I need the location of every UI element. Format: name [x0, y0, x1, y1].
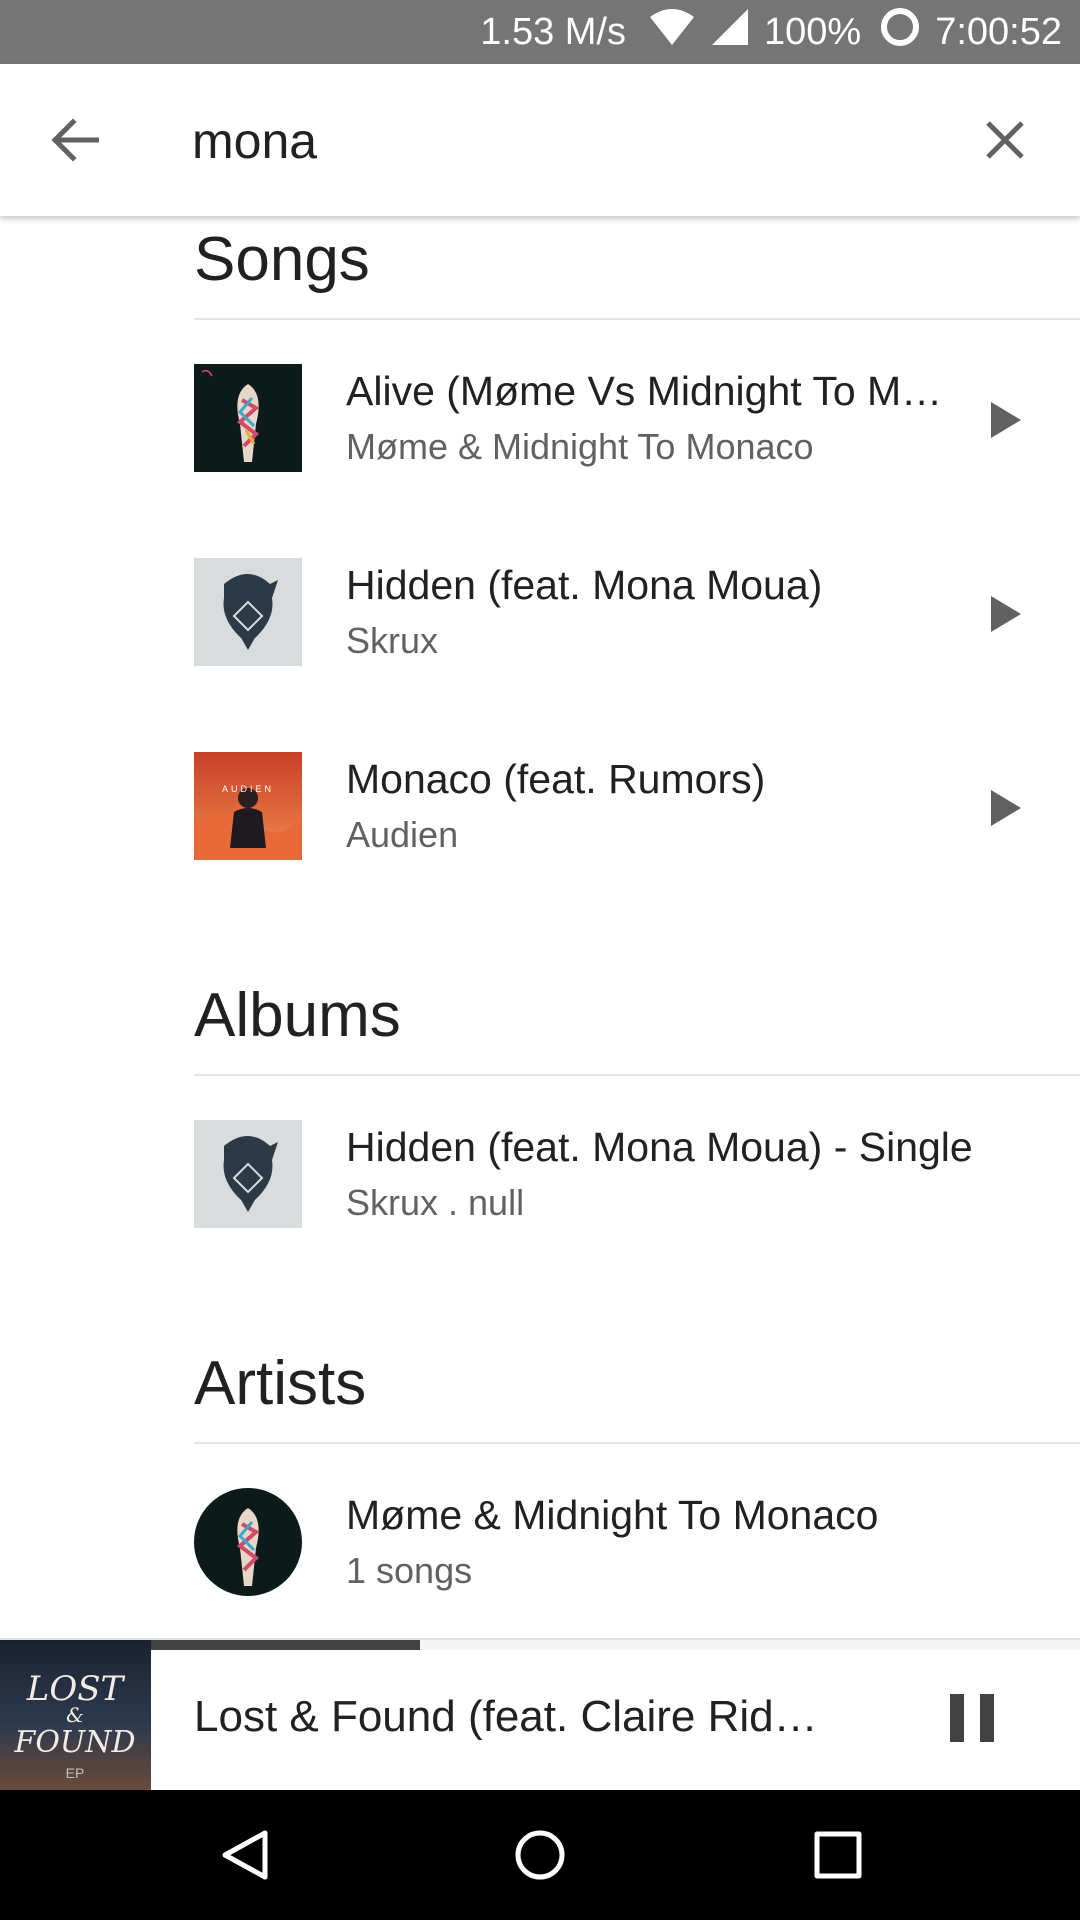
artist-avatar — [194, 1488, 302, 1596]
play-icon — [991, 790, 1021, 826]
song-artist: Audien — [346, 814, 459, 855]
nav-back-icon — [222, 1830, 268, 1880]
now-playing-artwork: LOST & FOUND EP — [0, 1640, 151, 1792]
nav-home-icon — [515, 1830, 565, 1880]
play-button[interactable] — [985, 400, 1025, 440]
play-button[interactable] — [985, 788, 1025, 828]
clock: 7:00:52 — [935, 10, 1062, 53]
now-playing-bar[interactable]: LOST & FOUND EP Lost & Found (feat. Clai… — [0, 1638, 1080, 1792]
pause-button[interactable] — [948, 1692, 996, 1744]
search-input[interactable] — [192, 106, 952, 176]
artists-divider — [194, 1442, 1080, 1444]
svg-text:FOUND: FOUND — [14, 1725, 136, 1760]
svg-text:AUDIEN: AUDIEN — [222, 784, 274, 794]
battery-icon — [879, 6, 921, 58]
search-results: Songs Alive (Møme Vs Midnight To Monaco)… — [0, 216, 1080, 1638]
nav-recents-button[interactable] — [803, 1820, 873, 1890]
artist-row[interactable]: Møme & Midnight To Monaco 1 songs — [0, 1488, 1080, 1618]
song-artwork — [194, 558, 302, 666]
song-title: Alive (Møme Vs Midnight To Monaco) — [346, 368, 946, 414]
play-button[interactable] — [985, 594, 1025, 634]
song-row[interactable]: Alive (Møme Vs Midnight To Monaco) Møme … — [0, 364, 1080, 494]
artist-name: Møme & Midnight To Monaco — [346, 1492, 879, 1538]
search-bar — [0, 64, 1080, 216]
album-subtitle: Skrux . null — [346, 1182, 525, 1223]
artist-song-count: 1 songs — [346, 1550, 473, 1591]
playback-progress[interactable] — [151, 1640, 1080, 1650]
song-artwork — [194, 364, 302, 472]
artists-section-title: Artists — [194, 1349, 367, 1418]
play-icon — [991, 596, 1021, 632]
song-title: Monaco (feat. Rumors) — [346, 756, 766, 802]
nav-home-button[interactable] — [505, 1820, 575, 1890]
song-title: Hidden (feat. Mona Moua) — [346, 562, 823, 608]
now-playing-title: Lost & Found (feat. Claire Ridgely) — [194, 1692, 834, 1741]
albums-section-title: Albums — [194, 981, 401, 1050]
albums-divider — [194, 1074, 1080, 1076]
song-artwork: AUDIEN — [194, 752, 302, 860]
arrow-back-icon — [51, 118, 99, 162]
svg-text:EP: EP — [66, 1765, 85, 1781]
songs-divider — [194, 318, 1080, 320]
battery-level: 100% — [764, 10, 862, 53]
song-artist: Møme & Midnight To Monaco — [346, 426, 814, 467]
status-bar: 1.53 M/s 100% 7:00:52 — [0, 0, 1080, 64]
play-icon — [991, 402, 1021, 438]
navigation-bar — [0, 1790, 1080, 1920]
clear-search-button[interactable] — [975, 110, 1035, 170]
album-title: Hidden (feat. Mona Moua) - Single — [346, 1124, 973, 1170]
songs-section-title: Songs — [194, 225, 370, 294]
svg-text:&: & — [66, 1703, 84, 1727]
album-row[interactable]: Hidden (feat. Mona Moua) - Single Skrux … — [0, 1120, 1080, 1250]
song-row[interactable]: Hidden (feat. Mona Moua) Skrux — [0, 558, 1080, 688]
wifi-icon — [648, 7, 696, 57]
playback-progress-fill — [151, 1640, 421, 1650]
network-speed: 1.53 M/s — [480, 10, 626, 53]
close-icon — [986, 121, 1024, 159]
song-row[interactable]: AUDIEN Monaco (feat. Rumors) Audien — [0, 752, 1080, 882]
back-button[interactable] — [40, 110, 110, 170]
song-artist: Skrux — [346, 620, 439, 661]
signal-icon — [710, 7, 750, 57]
album-artwork — [194, 1120, 302, 1228]
pause-icon — [950, 1694, 994, 1742]
nav-back-button[interactable] — [210, 1820, 280, 1890]
nav-recents-icon — [814, 1831, 862, 1879]
